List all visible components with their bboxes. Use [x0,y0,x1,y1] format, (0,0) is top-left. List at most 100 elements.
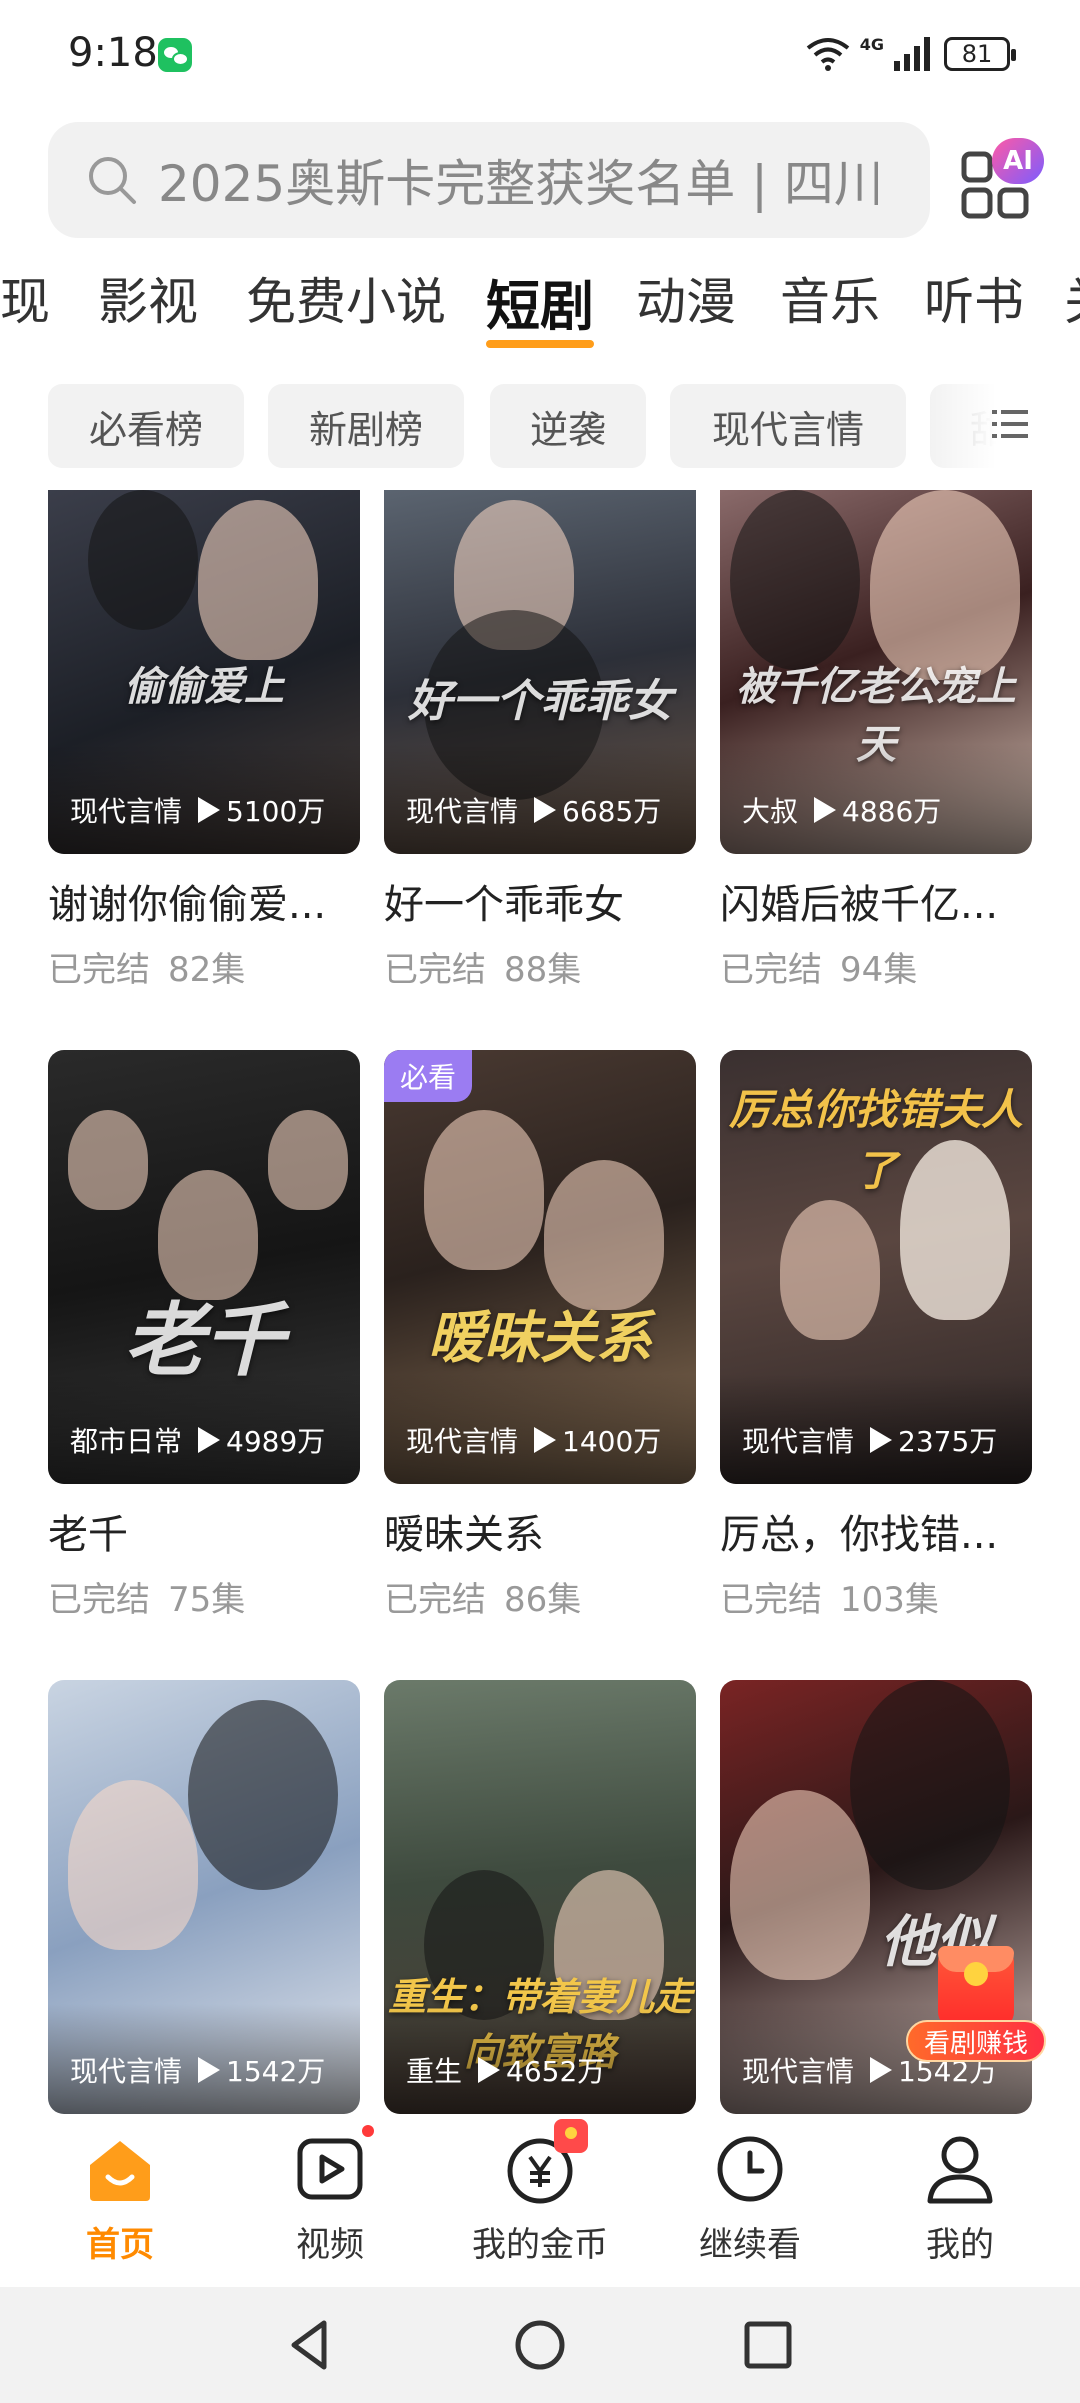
search-bar[interactable]: 2025奥斯卡完整获奖名单 | 四川 [48,122,930,238]
view-count: 4652万 [506,2055,606,2088]
drama-card[interactable]: 重生：带着妻儿走向致富路 重生 4652万 [384,1680,696,2114]
genre-tag: 现代言情 [406,795,519,828]
episode-count: 94集 [840,950,918,990]
view-count: 6685万 [562,795,662,828]
status-bar: 9:18 4G 81 [0,0,1080,110]
network-type-label: 4G [859,34,884,54]
view-count: 2375万 [898,1425,998,1458]
drama-poster[interactable]: 偷偷爱上 现代言情 5100万 [48,490,360,854]
play-icon [198,2057,221,2083]
home-circle-icon[interactable] [510,2315,570,2375]
poster-title-art: 厉总你找错夫人了 [728,1085,1023,1196]
ai-badge[interactable]: AI [992,138,1044,184]
red-envelope-icon [938,1946,1014,2028]
poster-figure [268,1110,348,1210]
drama-card[interactable]: 老千 都市日常 4989万 老千 已完结 75集 [48,1050,360,1621]
drama-poster[interactable]: 现代言情 1542万 [48,1680,360,2114]
wifi-icon [806,38,849,71]
menu-icon[interactable] [990,404,1030,444]
drama-poster[interactable]: 厉总你找错夫人了 现代言情 2375万 [720,1050,1032,1484]
drama-title[interactable]: 闪婚后被千亿... [720,872,1032,930]
view-count: 1400万 [562,1425,662,1458]
nav-video[interactable]: 视频 [230,2125,430,2266]
drama-card[interactable]: 偷偷爱上 现代言情 5100万 谢谢你偷偷爱... 已完结 82集 [48,490,360,991]
recents-icon[interactable] [738,2315,798,2375]
user-icon [922,2131,998,2207]
tab-category-2[interactable]: 免费小说 [246,262,446,334]
play-icon [198,797,221,823]
drama-poster[interactable]: 老千 都市日常 4989万 [48,1050,360,1484]
completion-status: 已完结 [48,1580,150,1620]
chip-new-drama[interactable]: 新剧榜 [268,384,464,468]
completion-status: 已完结 [48,950,150,990]
drama-card[interactable]: 被千亿老公宠上天 大叔 4886万 闪婚后被千亿... 已完结 94集 [720,490,1032,991]
chip-must-watch[interactable]: 必看榜 [48,384,244,468]
drama-poster[interactable]: 重生：带着妻儿走向致富路 重生 4652万 [384,1680,696,2114]
signal-icon [894,37,930,71]
poster-figure [68,1780,198,1950]
nav-profile[interactable]: 我的 [860,2131,1060,2266]
poster-figure [68,1110,148,1210]
drama-card[interactable]: 暧昧关系 必看 现代言情 1400万 暧昧关系 已完结 86集 [384,1050,696,1621]
view-count: 5100万 [226,795,326,828]
episode-count: 103集 [840,1580,939,1620]
chip-modern-romance[interactable]: 现代言情 [670,384,906,468]
view-count: 1542万 [226,2055,326,2088]
episode-count: 75集 [168,1580,246,1620]
drama-status: 已完结 82集 [48,942,360,991]
home-icon [82,2131,158,2207]
drama-title[interactable]: 好一个乖乖女 [384,872,696,930]
genre-tag: 都市日常 [70,1425,183,1458]
drama-title[interactable]: 老千 [48,1502,360,1560]
drama-poster[interactable]: 好一个乖乖女 现代言情 6685万 [384,490,696,854]
tab-category-3[interactable]: 短剧 [486,262,594,341]
poster-meta: 大叔 4886万 [742,790,1018,830]
tab-category-4[interactable]: 动漫 [636,262,736,334]
completion-status: 已完结 [720,950,822,990]
system-nav-bar [0,2287,1080,2403]
play-icon [534,1427,557,1453]
chip-comeback[interactable]: 逆袭 [490,384,646,468]
nav-continue[interactable]: 继续看 [650,2131,850,2266]
gift-badge-icon [554,2119,588,2153]
drama-title[interactable]: 暧昧关系 [384,1502,696,1560]
drama-card[interactable]: 厉总你找错夫人了 现代言情 2375万 厉总，你找错... 已完结 103集 [720,1050,1032,1621]
play-icon [814,797,837,823]
back-icon[interactable] [280,2315,340,2375]
nav-label: 我的 [926,2225,994,2265]
episode-count: 82集 [168,950,246,990]
drama-status: 已完结 86集 [384,1572,696,1621]
genre-tag: 现代言情 [406,1425,519,1458]
tab-category-6[interactable]: 听书 [924,262,1024,334]
video-play-icon [292,2125,374,2207]
earn-money-float-button[interactable]: 看剧赚钱 [906,1946,1046,2066]
poster-title-art: 好一个乖乖女 [408,675,672,727]
clock-icon [712,2131,788,2207]
category-tabs: 现 影视 免费小说 短剧 动漫 音乐 听书 关 [0,262,1080,352]
drama-poster[interactable]: 暧昧关系 必看 现代言情 1400万 [384,1050,696,1484]
nav-home[interactable]: 首页 [20,2131,220,2266]
drama-title[interactable]: 厉总，你找错... [720,1502,1032,1560]
drama-card[interactable]: 好一个乖乖女 现代言情 6685万 好一个乖乖女 已完结 88集 [384,490,696,991]
nav-coins[interactable]: 我的金币 [440,2119,640,2266]
drama-status: 已完结 88集 [384,942,696,991]
drama-status: 已完结 103集 [720,1572,1032,1621]
drama-title[interactable]: 谢谢你偷偷爱... [48,872,360,930]
poster-figure [198,500,318,660]
poster-meta: 现代言情 1400万 [406,1420,682,1460]
play-icon [870,2057,893,2083]
drama-poster[interactable]: 被千亿老公宠上天 大叔 4886万 [720,490,1032,854]
search-icon [89,157,136,204]
nav-label: 视频 [296,2225,364,2265]
poster-figure [780,1200,880,1340]
poster-meta: 现代言情 5100万 [70,790,346,830]
tab-category-5[interactable]: 音乐 [780,262,880,334]
tab-category-7[interactable]: 关 [1064,262,1080,334]
tab-category-0[interactable]: 现 [0,262,50,334]
poster-figure [188,1700,338,1890]
status-time: 9:18 [68,30,158,76]
play-icon [198,1427,221,1453]
drama-card[interactable]: 现代言情 1542万 [48,1680,360,2114]
genre-tag: 现代言情 [742,1425,855,1458]
tab-category-1[interactable]: 影视 [98,262,198,334]
